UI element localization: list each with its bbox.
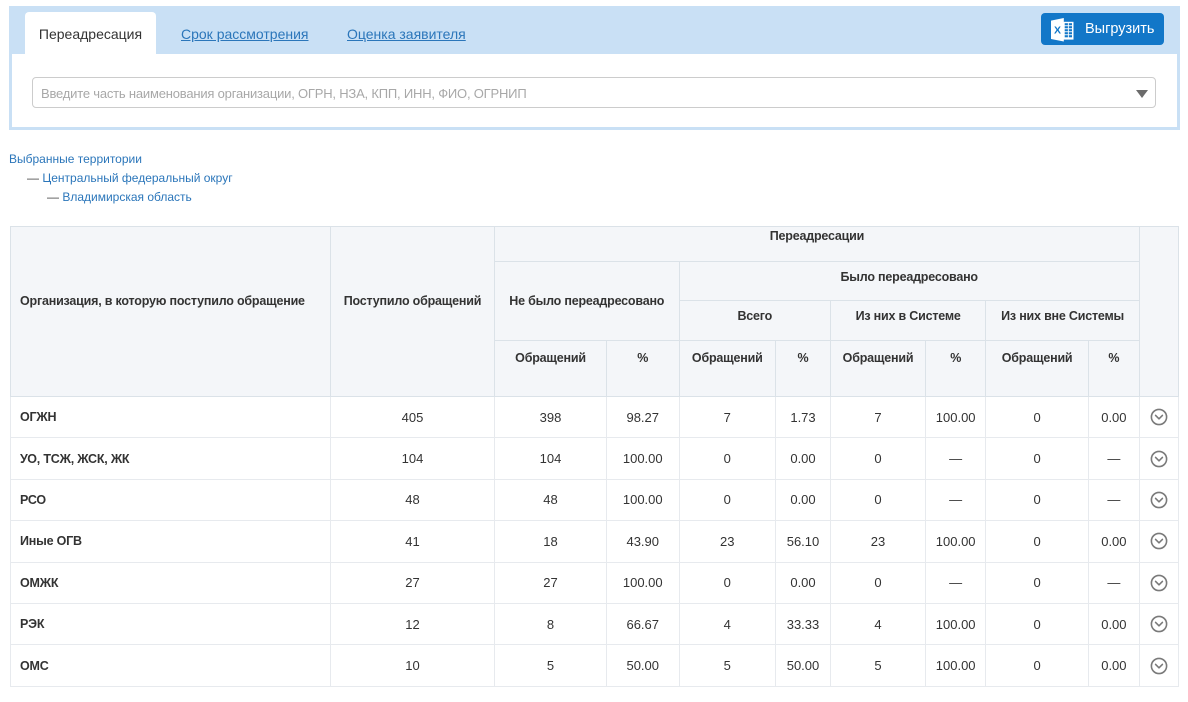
svg-text:X: X	[1054, 24, 1061, 36]
